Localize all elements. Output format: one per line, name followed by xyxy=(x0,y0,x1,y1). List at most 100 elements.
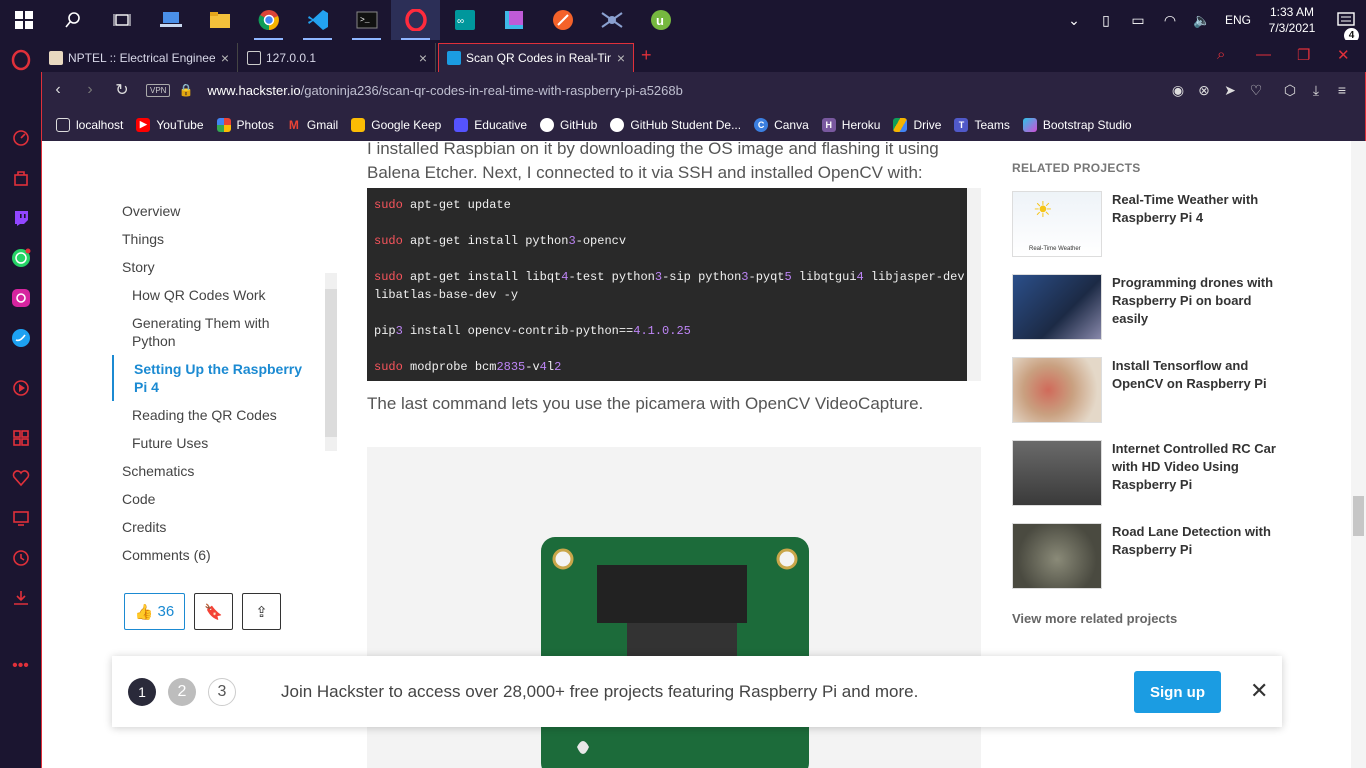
bookmark-github-student[interactable]: GitHub Student De... xyxy=(610,117,741,132)
bookmark-bootstrap-studio[interactable]: Bootstrap Studio xyxy=(1022,117,1132,132)
history-icon[interactable] xyxy=(0,538,41,578)
related-item[interactable]: Road Lane Detection with Raspberry Pi xyxy=(1012,523,1282,589)
toc-schematics[interactable]: Schematics xyxy=(122,457,342,485)
notification-center[interactable]: 4 xyxy=(1326,12,1366,43)
drone-icon[interactable] xyxy=(587,0,636,40)
new-tab-icon[interactable]: + xyxy=(641,45,652,66)
opera-menu-icon[interactable] xyxy=(0,40,41,80)
search-icon[interactable] xyxy=(48,0,97,40)
chevron-up-icon[interactable]: ⌄ xyxy=(1058,12,1090,29)
bookmark-educative[interactable]: Educative xyxy=(454,117,527,132)
cube-icon[interactable]: ⬡ xyxy=(1277,82,1303,99)
toc-comments[interactable]: Comments (6) xyxy=(122,541,342,569)
send-icon[interactable]: ➤ xyxy=(1217,82,1243,99)
bookmark-teams[interactable]: T Teams xyxy=(954,117,1010,132)
close-icon[interactable]: × xyxy=(221,50,229,66)
chrome-icon[interactable] xyxy=(244,0,293,40)
minimize-icon[interactable]: — xyxy=(1256,46,1271,63)
toc-overview[interactable]: Overview xyxy=(122,197,342,225)
related-title[interactable]: Programming drones with Raspberry Pi on … xyxy=(1112,274,1282,340)
vscode-icon[interactable] xyxy=(293,0,342,40)
code-scrollbar[interactable] xyxy=(967,188,981,381)
tab-nptel[interactable]: NPTEL :: Electrical Engineering × xyxy=(41,43,238,72)
start-button[interactable] xyxy=(0,0,48,40)
twitch-icon[interactable] xyxy=(0,198,41,238)
reload-icon[interactable]: ↻ xyxy=(106,80,138,100)
bookmark-gmail[interactable]: M Gmail xyxy=(287,118,338,132)
restore-icon[interactable]: ❐ xyxy=(1297,46,1310,64)
related-title[interactable]: Real-Time Weather with Raspberry Pi 4 xyxy=(1112,191,1282,257)
toc-code[interactable]: Code xyxy=(122,485,342,513)
more-icon[interactable]: ••• xyxy=(0,646,41,686)
app-icon[interactable] xyxy=(489,0,538,40)
page-scrollbar[interactable] xyxy=(1351,141,1366,768)
downloads-icon[interactable] xyxy=(0,578,41,618)
close-icon[interactable]: × xyxy=(419,50,427,66)
related-title[interactable]: Road Lane Detection with Raspberry Pi xyxy=(1112,523,1282,589)
view-more-related-link[interactable]: View more related projects xyxy=(1012,611,1177,626)
terminal-icon[interactable]: >_ xyxy=(342,0,391,40)
workspaces-icon[interactable] xyxy=(0,418,41,458)
wifi-icon[interactable]: ◠ xyxy=(1154,12,1186,29)
bookmark-photos[interactable]: Photos xyxy=(216,117,274,132)
related-item[interactable]: Programming drones with Raspberry Pi on … xyxy=(1012,274,1282,340)
utorrent-icon[interactable]: u xyxy=(636,0,685,40)
toc-story[interactable]: Story xyxy=(122,253,342,281)
related-item[interactable]: Install Tensorflow and OpenCV on Raspber… xyxy=(1012,357,1282,423)
adblock-icon[interactable]: ⊗ xyxy=(1191,82,1217,99)
page-scroll-thumb[interactable] xyxy=(1353,496,1364,536)
bookmark-github[interactable]: GitHub xyxy=(540,117,597,132)
menu-icon[interactable]: ≡ xyxy=(1329,82,1355,98)
shopping-bag-icon[interactable] xyxy=(0,158,41,198)
vpn-badge[interactable]: VPN xyxy=(146,83,171,97)
speed-dial-icon[interactable] xyxy=(0,118,41,158)
player-icon[interactable] xyxy=(0,368,41,408)
tab-localhost[interactable]: 127.0.0.1 × xyxy=(239,43,436,72)
back-icon[interactable]: ‹ xyxy=(42,81,74,99)
bookmark-heroku[interactable]: H Heroku xyxy=(821,117,880,132)
toc-future-uses[interactable]: Future Uses xyxy=(122,429,342,457)
close-icon[interactable]: ✕ xyxy=(1250,678,1268,704)
task-view-icon[interactable] xyxy=(97,0,146,40)
bookmark-button[interactable]: 🔖 xyxy=(194,593,233,630)
toc-scroll-thumb[interactable] xyxy=(325,289,337,437)
close-window-icon[interactable]: ✕ xyxy=(1337,46,1350,64)
bookmark-google-keep[interactable]: Google Keep xyxy=(351,117,441,132)
instagram-icon[interactable] xyxy=(0,278,41,318)
arduino-icon[interactable]: ∞ xyxy=(440,0,489,40)
close-icon[interactable]: × xyxy=(617,50,625,66)
heart-icon[interactable] xyxy=(0,458,41,498)
share-button[interactable]: ⇪ xyxy=(242,593,281,630)
toc-generating[interactable]: Generating Them with Python xyxy=(122,309,282,355)
device-icon[interactable]: ▯ xyxy=(1090,12,1122,29)
whatsapp-icon[interactable] xyxy=(0,238,41,278)
toc-credits[interactable]: Credits xyxy=(122,513,342,541)
toc-how-qr-codes-work[interactable]: How QR Codes Work xyxy=(122,281,342,309)
forward-icon[interactable]: › xyxy=(74,81,106,99)
related-title[interactable]: Internet Controlled RC Car with HD Video… xyxy=(1112,440,1282,506)
related-title[interactable]: Install Tensorflow and OpenCV on Raspber… xyxy=(1112,357,1282,423)
lock-icon[interactable]: 🔒 xyxy=(178,83,193,97)
related-item[interactable]: Internet Controlled RC Car with HD Video… xyxy=(1012,440,1282,506)
toc-setting-up[interactable]: Setting Up the Raspberry Pi 4 xyxy=(112,355,312,401)
toc-reading[interactable]: Reading the QR Codes xyxy=(122,401,342,429)
url-field[interactable]: www.hackster.io/gatoninja236/scan-qr-cod… xyxy=(207,83,682,98)
opera-icon[interactable] xyxy=(391,0,440,40)
bookmark-youtube[interactable]: ▶ YouTube xyxy=(136,117,204,132)
flow-icon[interactable] xyxy=(0,498,41,538)
camera-icon[interactable]: ◉ xyxy=(1165,82,1191,99)
related-item[interactable]: ☀ Real-Time Weather Real-Time Weather wit… xyxy=(1012,191,1282,257)
download-icon[interactable]: ⤓ xyxy=(1303,82,1329,99)
twitter-icon[interactable] xyxy=(0,318,41,358)
bookmark-localhost[interactable]: localhost xyxy=(56,117,123,132)
bookmark-canva[interactable]: C Canva xyxy=(754,117,809,132)
paint-icon[interactable] xyxy=(538,0,587,40)
respect-button[interactable]: 👍 36 xyxy=(124,593,185,630)
laptop-icon[interactable] xyxy=(146,0,195,40)
battery-icon[interactable]: ▭ xyxy=(1122,12,1154,29)
file-explorer-icon[interactable] xyxy=(195,0,244,40)
bookmark-drive[interactable]: Drive xyxy=(893,117,941,132)
volume-icon[interactable]: 🔈 xyxy=(1186,12,1218,29)
tab-hackster[interactable]: Scan QR Codes in Real-Time × xyxy=(438,43,634,72)
toc-things[interactable]: Things xyxy=(122,225,342,253)
